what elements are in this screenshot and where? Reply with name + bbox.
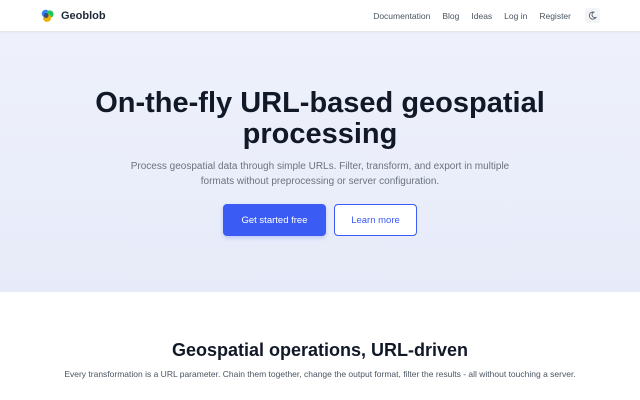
features-section: Geospatial operations, URL-driven Every … — [0, 292, 640, 400]
theme-toggle-button[interactable] — [585, 8, 600, 23]
brand-link[interactable]: Geoblob — [40, 8, 106, 23]
nav-blog[interactable]: Blog — [442, 11, 459, 21]
hero-subtitle: Process geospatial data through simple U… — [130, 161, 510, 187]
nav-documentation[interactable]: Documentation — [373, 11, 430, 21]
nav-ideas[interactable]: Ideas — [471, 11, 492, 21]
hero-title: On-the-fly URL-based geospatial processi… — [95, 87, 545, 150]
features-description: Every transformation is a URL parameter.… — [64, 369, 576, 379]
geoblob-logo-icon — [41, 9, 54, 22]
nav-login[interactable]: Log in — [504, 11, 527, 21]
moon-icon — [588, 11, 597, 20]
features-title: Geospatial operations, URL-driven — [171, 340, 469, 360]
top-nav: Documentation Blog Ideas Log in Register — [373, 11, 571, 21]
learn-more-button[interactable]: Learn more — [334, 204, 417, 236]
get-started-button[interactable]: Get started free — [223, 204, 326, 236]
site-header: Geoblob Documentation Blog Ideas Log in … — [0, 0, 640, 32]
hero-section: On-the-fly URL-based geospatial processi… — [0, 32, 640, 292]
brand-name: Geoblob — [61, 9, 106, 22]
nav-register[interactable]: Register — [539, 11, 571, 21]
